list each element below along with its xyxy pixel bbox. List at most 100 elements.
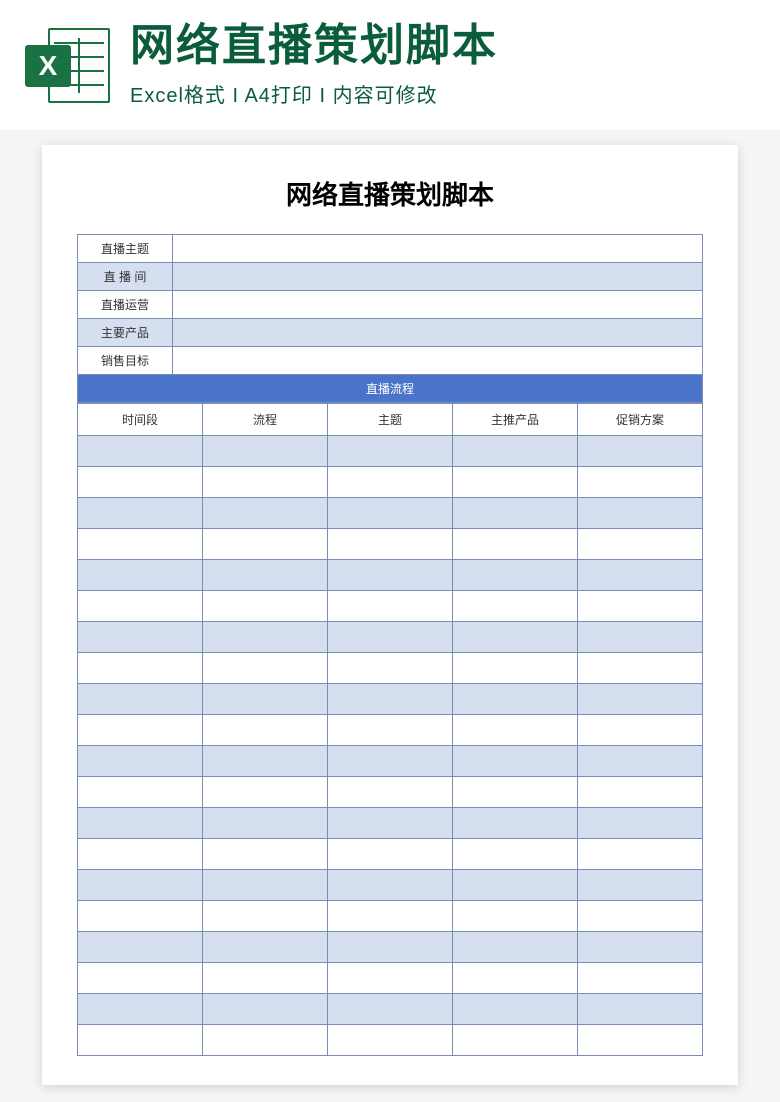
- table-cell[interactable]: [328, 436, 453, 467]
- table-cell[interactable]: [203, 467, 328, 498]
- table-cell[interactable]: [328, 529, 453, 560]
- table-cell[interactable]: [578, 529, 703, 560]
- table-cell[interactable]: [78, 870, 203, 901]
- table-cell[interactable]: [203, 839, 328, 870]
- table-cell[interactable]: [453, 932, 578, 963]
- table-cell[interactable]: [328, 684, 453, 715]
- table-cell[interactable]: [328, 932, 453, 963]
- table-cell[interactable]: [328, 560, 453, 591]
- table-cell[interactable]: [453, 591, 578, 622]
- table-cell[interactable]: [203, 498, 328, 529]
- table-cell[interactable]: [453, 622, 578, 653]
- table-cell[interactable]: [328, 498, 453, 529]
- table-cell[interactable]: [328, 808, 453, 839]
- table-cell[interactable]: [453, 994, 578, 1025]
- table-cell[interactable]: [203, 746, 328, 777]
- table-cell[interactable]: [328, 839, 453, 870]
- table-cell[interactable]: [453, 901, 578, 932]
- table-cell[interactable]: [203, 653, 328, 684]
- table-cell[interactable]: [578, 746, 703, 777]
- table-cell[interactable]: [578, 622, 703, 653]
- table-cell[interactable]: [78, 746, 203, 777]
- table-cell[interactable]: [203, 808, 328, 839]
- table-cell[interactable]: [578, 870, 703, 901]
- table-cell[interactable]: [453, 746, 578, 777]
- table-cell[interactable]: [203, 529, 328, 560]
- table-cell[interactable]: [578, 932, 703, 963]
- table-cell[interactable]: [453, 777, 578, 808]
- info-value[interactable]: [173, 235, 703, 263]
- table-cell[interactable]: [78, 839, 203, 870]
- table-cell[interactable]: [78, 684, 203, 715]
- table-cell[interactable]: [78, 777, 203, 808]
- table-cell[interactable]: [203, 963, 328, 994]
- table-cell[interactable]: [578, 808, 703, 839]
- table-cell[interactable]: [203, 1025, 328, 1056]
- table-cell[interactable]: [453, 467, 578, 498]
- table-cell[interactable]: [203, 684, 328, 715]
- table-cell[interactable]: [328, 467, 453, 498]
- table-cell[interactable]: [328, 963, 453, 994]
- table-cell[interactable]: [203, 560, 328, 591]
- table-cell[interactable]: [453, 870, 578, 901]
- table-cell[interactable]: [578, 591, 703, 622]
- table-cell[interactable]: [78, 622, 203, 653]
- table-cell[interactable]: [203, 870, 328, 901]
- table-cell[interactable]: [578, 715, 703, 746]
- table-cell[interactable]: [203, 591, 328, 622]
- table-cell[interactable]: [78, 467, 203, 498]
- table-cell[interactable]: [328, 591, 453, 622]
- table-cell[interactable]: [203, 932, 328, 963]
- table-cell[interactable]: [203, 622, 328, 653]
- table-cell[interactable]: [328, 870, 453, 901]
- table-cell[interactable]: [578, 560, 703, 591]
- table-cell[interactable]: [203, 436, 328, 467]
- table-cell[interactable]: [78, 715, 203, 746]
- table-cell[interactable]: [453, 1025, 578, 1056]
- table-cell[interactable]: [78, 529, 203, 560]
- table-cell[interactable]: [78, 498, 203, 529]
- table-cell[interactable]: [578, 839, 703, 870]
- table-cell[interactable]: [203, 777, 328, 808]
- table-cell[interactable]: [78, 901, 203, 932]
- table-cell[interactable]: [78, 994, 203, 1025]
- table-cell[interactable]: [78, 436, 203, 467]
- table-cell[interactable]: [453, 684, 578, 715]
- table-cell[interactable]: [453, 808, 578, 839]
- table-cell[interactable]: [328, 1025, 453, 1056]
- table-cell[interactable]: [453, 529, 578, 560]
- info-value[interactable]: [173, 263, 703, 291]
- table-cell[interactable]: [328, 715, 453, 746]
- table-cell[interactable]: [328, 777, 453, 808]
- table-cell[interactable]: [328, 653, 453, 684]
- table-cell[interactable]: [578, 684, 703, 715]
- table-cell[interactable]: [453, 839, 578, 870]
- table-cell[interactable]: [78, 653, 203, 684]
- table-cell[interactable]: [578, 498, 703, 529]
- table-cell[interactable]: [328, 994, 453, 1025]
- table-cell[interactable]: [78, 1025, 203, 1056]
- table-cell[interactable]: [578, 653, 703, 684]
- table-cell[interactable]: [453, 653, 578, 684]
- table-cell[interactable]: [203, 715, 328, 746]
- table-cell[interactable]: [328, 622, 453, 653]
- table-cell[interactable]: [578, 467, 703, 498]
- table-cell[interactable]: [78, 591, 203, 622]
- table-cell[interactable]: [453, 436, 578, 467]
- table-cell[interactable]: [78, 808, 203, 839]
- table-cell[interactable]: [328, 901, 453, 932]
- table-cell[interactable]: [328, 746, 453, 777]
- table-cell[interactable]: [453, 963, 578, 994]
- table-cell[interactable]: [203, 901, 328, 932]
- table-cell[interactable]: [78, 560, 203, 591]
- table-cell[interactable]: [78, 963, 203, 994]
- table-cell[interactable]: [453, 560, 578, 591]
- table-cell[interactable]: [203, 994, 328, 1025]
- table-cell[interactable]: [578, 994, 703, 1025]
- table-cell[interactable]: [453, 715, 578, 746]
- table-cell[interactable]: [578, 901, 703, 932]
- info-value[interactable]: [173, 291, 703, 319]
- info-value[interactable]: [173, 319, 703, 347]
- table-cell[interactable]: [578, 436, 703, 467]
- table-cell[interactable]: [578, 777, 703, 808]
